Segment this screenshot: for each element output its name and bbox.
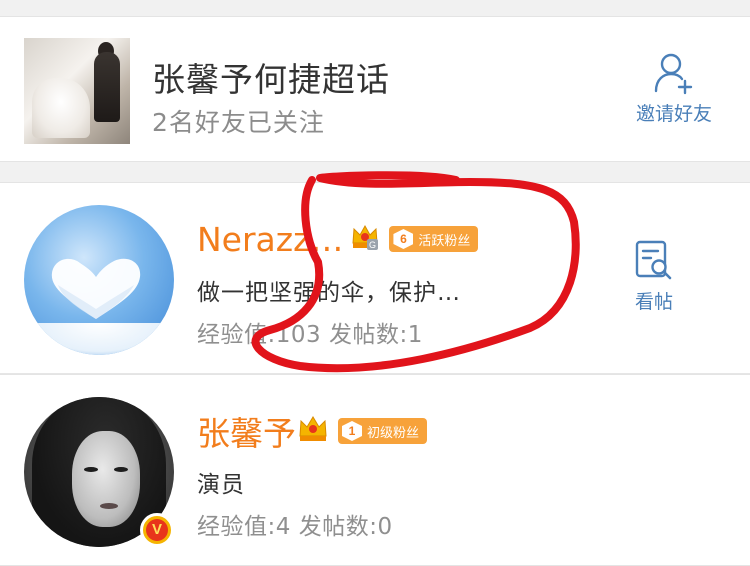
view-posts-icon xyxy=(635,240,672,280)
view-posts-button[interactable]: 看帖 xyxy=(614,239,694,323)
crown-icon xyxy=(298,415,328,447)
user-bio: 演员 xyxy=(197,472,245,498)
user-name[interactable]: 张馨予 xyxy=(197,407,296,455)
super-topic-card[interactable]: 张馨予何捷超话 2名好友已关注 邀请好友 xyxy=(0,16,750,162)
user-bio: 做一把坚强的伞，保护… xyxy=(197,280,461,306)
user-row[interactable]: V 张馨予 1 初级粉丝 演员 经验值:4 发帖数:0 xyxy=(0,374,750,566)
fan-level-number: 1 xyxy=(342,421,362,441)
verified-badge-icon: V xyxy=(140,513,174,547)
fan-level-label: 初级粉丝 xyxy=(367,425,420,441)
topic-followers-count: 2名好友已关注 xyxy=(152,108,325,137)
crown-level-icon: G xyxy=(351,223,379,255)
user-name-line: 张馨予 1 初级粉丝 xyxy=(197,407,428,455)
topic-title[interactable]: 张馨予何捷超话 xyxy=(152,53,390,101)
fan-level-badge: 6 活跃粉丝 xyxy=(389,226,479,252)
heart-cloud-avatar[interactable] xyxy=(24,205,174,355)
user-row[interactable]: Nerazz… G 6 活跃粉丝 做一把坚强的伞，保护… 经验值:103 发帖数… xyxy=(0,182,750,374)
user-stats: 经验值:4 发帖数:0 xyxy=(197,514,393,540)
user-name[interactable]: Nerazz… xyxy=(197,220,343,259)
add-user-icon xyxy=(654,53,693,95)
user-name-line: Nerazz… G 6 活跃粉丝 xyxy=(197,217,479,261)
fan-level-number: 6 xyxy=(393,229,414,249)
invite-friends-label: 邀请好友 xyxy=(635,103,712,125)
fan-level-label: 活跃粉丝 xyxy=(418,233,471,249)
view-posts-label: 看帖 xyxy=(634,291,673,313)
fan-level-badge: 1 初级粉丝 xyxy=(338,418,428,444)
user-stats: 经验值:103 发帖数:1 xyxy=(197,322,423,348)
svg-text:G: G xyxy=(369,240,376,250)
topic-thumbnail[interactable] xyxy=(24,38,130,144)
invite-friends-button[interactable]: 邀请好友 xyxy=(624,51,724,131)
